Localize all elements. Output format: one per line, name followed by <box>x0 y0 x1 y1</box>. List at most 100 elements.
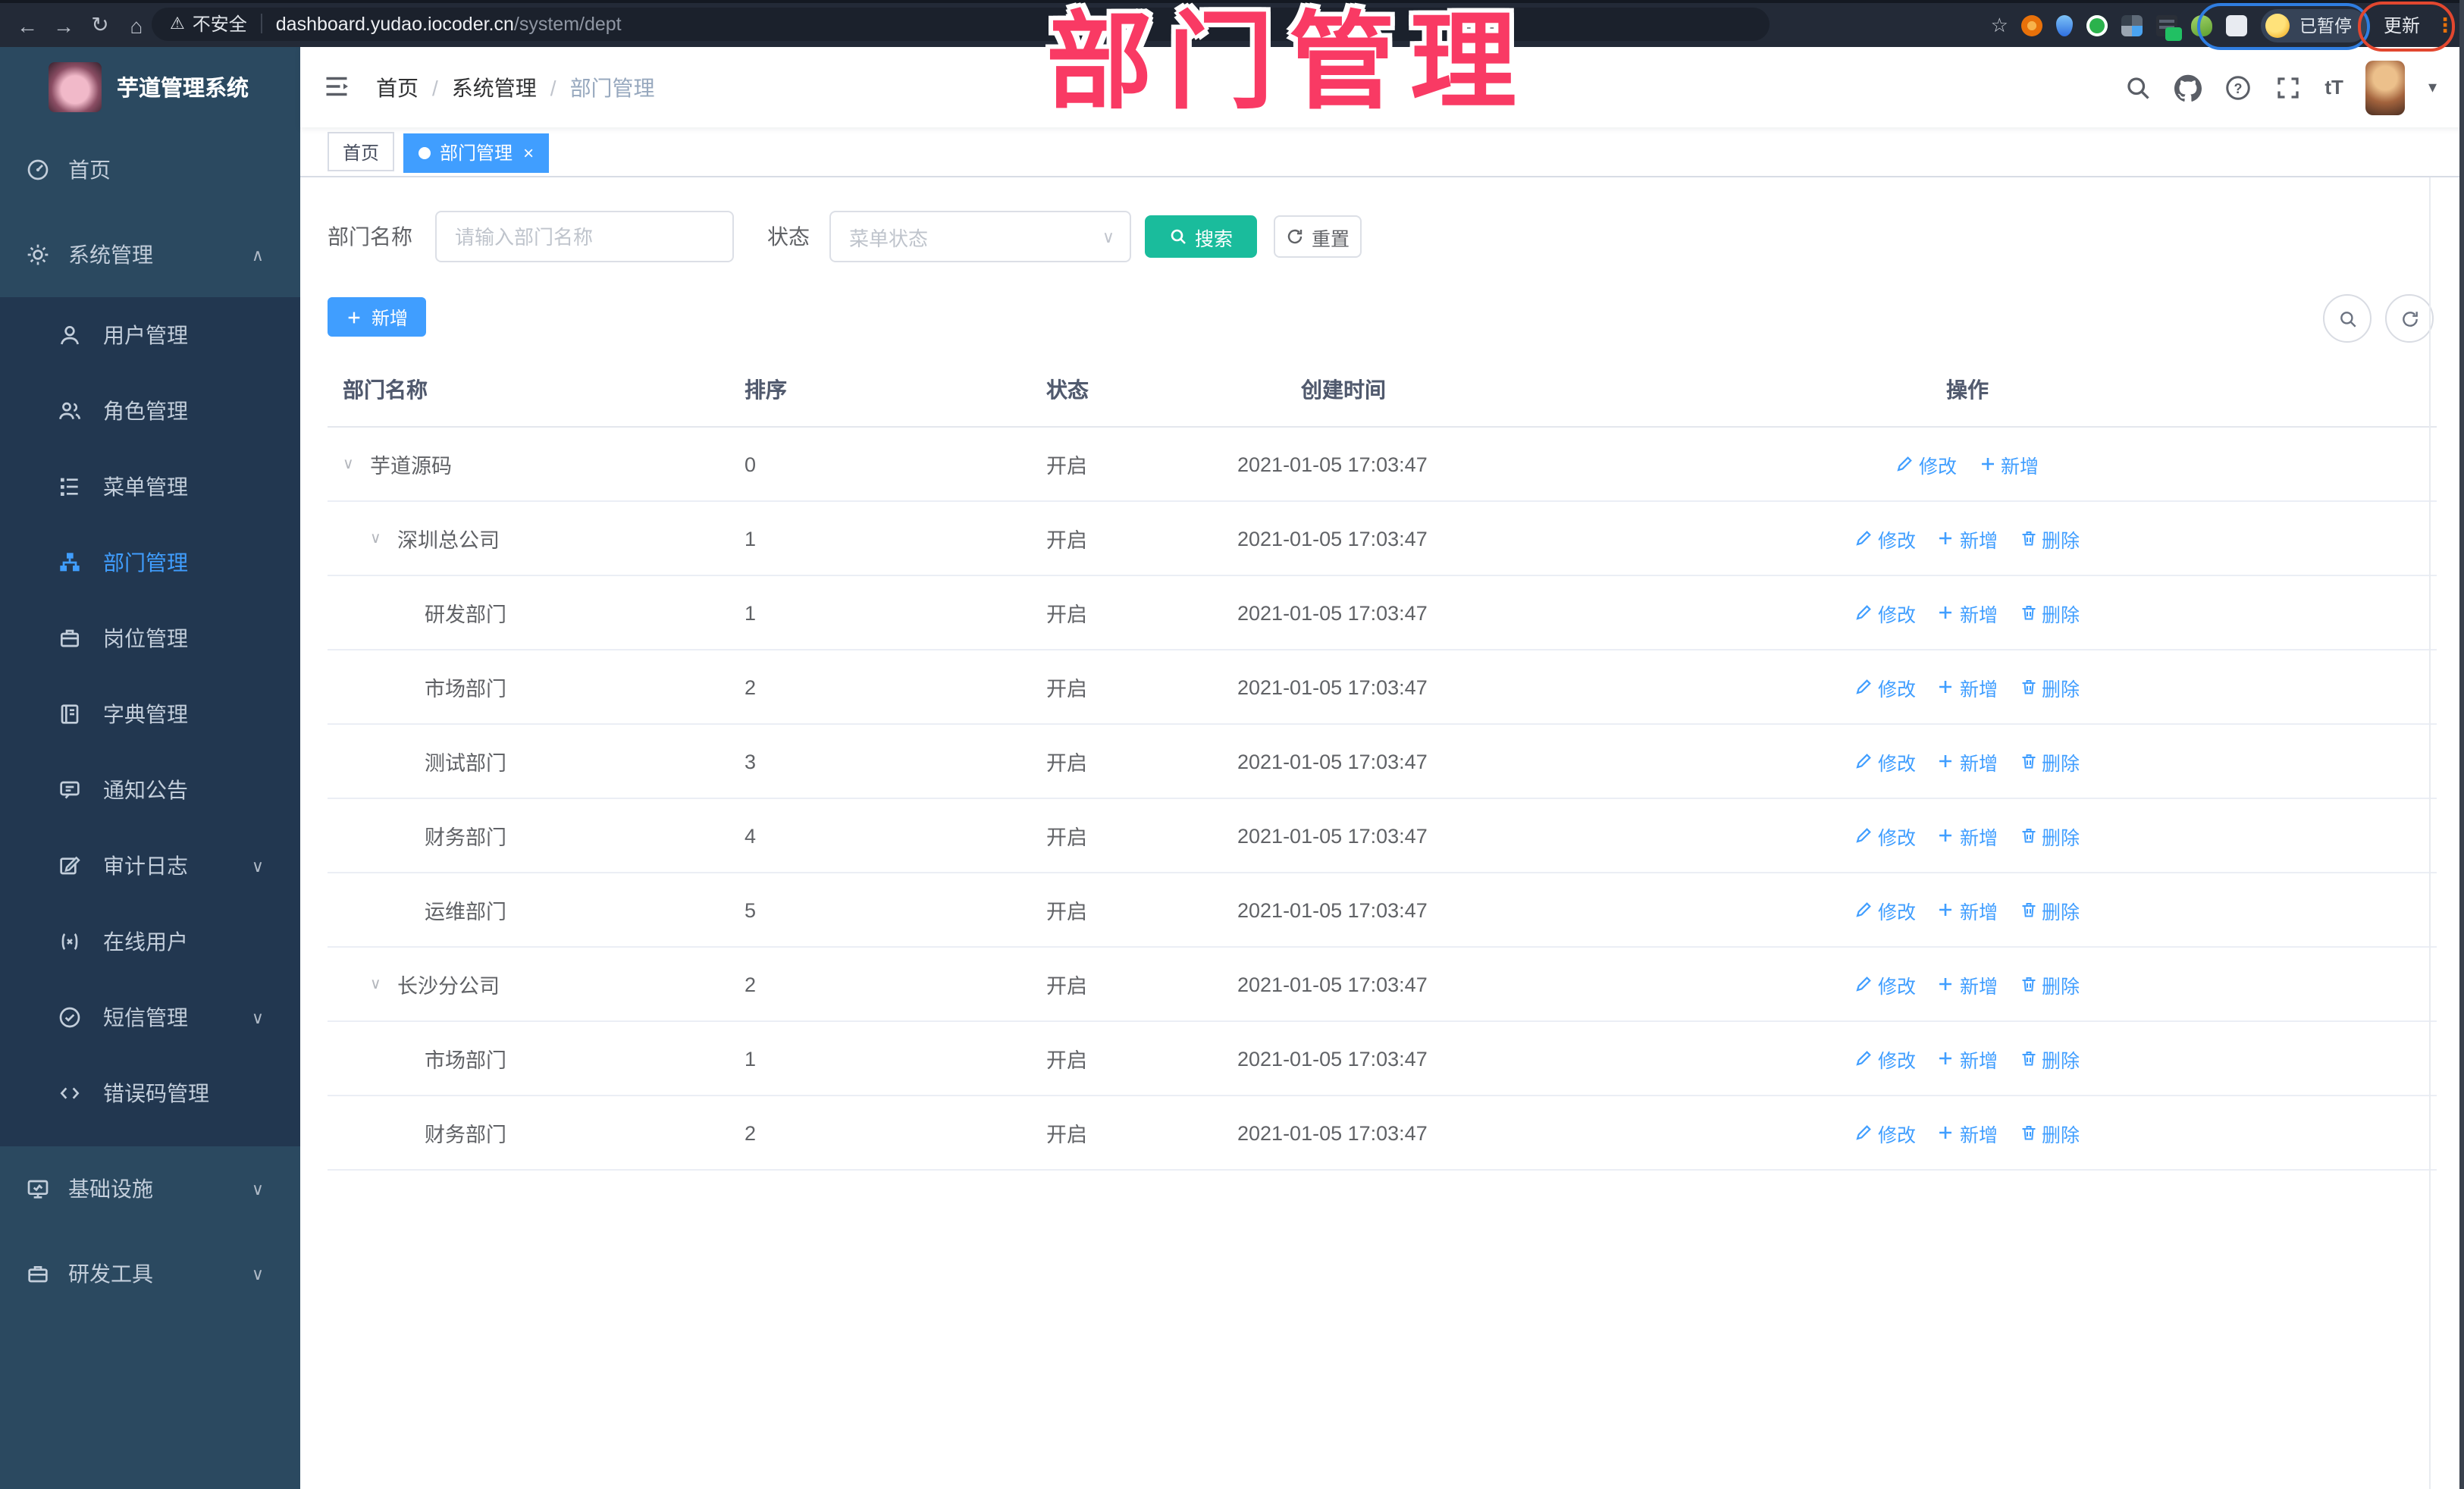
新增-link[interactable]: 新增 <box>1978 450 2039 478</box>
trash-icon <box>2019 529 2037 547</box>
breadcrumb-item[interactable]: 系统管理 <box>452 72 537 102</box>
show-search-button[interactable] <box>2323 294 2372 343</box>
action-label: 新增 <box>1959 1124 1998 1146</box>
action-label: 修改 <box>1877 753 1916 774</box>
sidebar-item-基础设施[interactable]: 基础设施 ∨ <box>0 1146 300 1231</box>
修改-link[interactable]: 修改 <box>1855 821 1916 850</box>
新增-link[interactable]: 新增 <box>1937 1118 1998 1147</box>
breadcrumb-item[interactable]: 首页 <box>376 72 419 102</box>
sidebar-item-首页[interactable]: 首页 <box>0 127 300 212</box>
sidebar-item-用户管理[interactable]: 用户管理 <box>0 297 300 373</box>
caret-down-icon[interactable]: ▾ <box>2428 77 2437 97</box>
pencil-icon <box>1855 826 1873 845</box>
warning-icon: ⚠ <box>170 15 185 33</box>
fullscreen-icon[interactable] <box>2274 74 2302 101</box>
brand-name: 芋道管理系统 <box>117 77 249 102</box>
tab-部门管理[interactable]: 部门管理 × <box>403 133 550 172</box>
sidebar-item-研发工具[interactable]: 研发工具 ∨ <box>0 1231 300 1316</box>
expand-icon[interactable]: ∨ <box>370 976 391 992</box>
sort-cell: 1 <box>745 527 757 550</box>
sort-cell: 3 <box>745 750 757 773</box>
expand-icon[interactable]: ∨ <box>370 530 391 547</box>
新增-link[interactable]: 新增 <box>1937 1044 1998 1073</box>
column-header: 操作 <box>1946 378 1989 402</box>
删除-link[interactable]: 删除 <box>2019 1118 2080 1147</box>
close-icon[interactable]: × <box>523 143 534 161</box>
help-icon[interactable]: ? <box>2224 74 2252 101</box>
删除-link[interactable]: 删除 <box>2019 672 2080 701</box>
删除-link[interactable]: 删除 <box>2019 1044 2080 1073</box>
reload-icon[interactable]: ↻ <box>82 7 118 43</box>
search-icon[interactable] <box>2124 74 2152 101</box>
新增-link[interactable]: 新增 <box>1937 598 1998 627</box>
extension-icon[interactable] <box>2056 14 2074 36</box>
extension-icon[interactable] <box>2121 14 2143 36</box>
action-label: 新增 <box>1959 679 1998 700</box>
hamburger-icon[interactable] <box>321 73 352 100</box>
删除-link[interactable]: 删除 <box>2019 524 2080 553</box>
新增-link[interactable]: 新增 <box>1937 524 1998 553</box>
sidebar-item-错误码管理[interactable]: 错误码管理 <box>0 1055 300 1131</box>
add-button[interactable]: 新增 <box>328 297 426 337</box>
github-icon[interactable] <box>2174 74 2202 101</box>
修改-link[interactable]: 修改 <box>1855 598 1916 627</box>
修改-link[interactable]: 修改 <box>1896 450 1957 478</box>
修改-link[interactable]: 修改 <box>1855 1044 1916 1073</box>
修改-link[interactable]: 修改 <box>1855 970 1916 998</box>
新增-link[interactable]: 新增 <box>1937 672 1998 701</box>
sidebar-item-系统管理[interactable]: 系统管理 ∧ <box>0 212 300 297</box>
plus-icon <box>346 308 364 326</box>
user-avatar[interactable] <box>2365 60 2406 114</box>
brand[interactable]: 芋道管理系统 <box>0 47 300 127</box>
修改-link[interactable]: 修改 <box>1855 524 1916 553</box>
删除-link[interactable]: 删除 <box>2019 747 2080 776</box>
status-select[interactable]: 菜单状态 ∨ <box>829 211 1131 262</box>
删除-link[interactable]: 删除 <box>2019 970 2080 998</box>
sidebar-item-菜单管理[interactable]: 菜单管理 <box>0 449 300 525</box>
font-size-icon[interactable]: tT <box>2324 76 2343 99</box>
修改-link[interactable]: 修改 <box>1855 747 1916 776</box>
新增-link[interactable]: 新增 <box>1937 747 1998 776</box>
refresh-table-button[interactable] <box>2385 294 2434 343</box>
chevron-down-icon: ∨ <box>251 1009 264 1027</box>
sidebar-item-短信管理[interactable]: 短信管理 ∨ <box>0 980 300 1055</box>
sidebar-item-label: 研发工具 <box>68 1262 153 1286</box>
reset-button[interactable]: 重置 <box>1274 215 1362 258</box>
extension-icon[interactable] <box>2086 14 2108 36</box>
新增-link[interactable]: 新增 <box>1937 895 1998 924</box>
extension-icon[interactable] <box>2156 14 2183 40</box>
dept-name: 市场部门 <box>425 678 506 701</box>
sidebar-item-审计日志[interactable]: 审计日志 ∨ <box>0 828 300 904</box>
sidebar-item-通知公告[interactable]: 通知公告 <box>0 752 300 828</box>
tab-首页[interactable]: 首页 <box>328 132 395 171</box>
action-label: 修改 <box>1877 976 1916 997</box>
search-button[interactable]: 搜索 <box>1145 215 1257 258</box>
dept-name-input[interactable] <box>435 211 734 262</box>
修改-link[interactable]: 修改 <box>1855 1118 1916 1147</box>
back-icon[interactable]: ← <box>9 7 45 43</box>
sidebar-item-岗位管理[interactable]: 岗位管理 <box>0 600 300 676</box>
bookmark-star-icon[interactable]: ☆ <box>1991 13 2008 37</box>
extension-icon[interactable] <box>2021 14 2043 36</box>
expand-icon[interactable]: ∨ <box>343 456 364 472</box>
scrollbar-track[interactable] <box>2429 177 2431 1489</box>
action-label: 删除 <box>2042 901 2080 923</box>
action-label: 新增 <box>1959 901 1998 923</box>
action-label: 新增 <box>1959 604 1998 625</box>
删除-link[interactable]: 删除 <box>2019 598 2080 627</box>
home-icon[interactable]: ⌂ <box>118 7 155 43</box>
删除-link[interactable]: 删除 <box>2019 821 2080 850</box>
sidebar-item-角色管理[interactable]: 角色管理 <box>0 373 300 449</box>
新增-link[interactable]: 新增 <box>1937 821 1998 850</box>
sidebar-item-部门管理[interactable]: 部门管理 <box>0 525 300 600</box>
forward-icon[interactable]: → <box>45 7 82 43</box>
table-row: ∨ 深圳总公司 1 开启 2021-01-05 17:03:47 修改 新增 删除 <box>328 502 2437 576</box>
删除-link[interactable]: 删除 <box>2019 895 2080 924</box>
新增-link[interactable]: 新增 <box>1937 970 1998 998</box>
pencil-icon <box>1896 455 1914 473</box>
修改-link[interactable]: 修改 <box>1855 895 1916 924</box>
sidebar-item-在线用户[interactable]: 在线用户 <box>0 904 300 980</box>
sidebar-item-字典管理[interactable]: 字典管理 <box>0 676 300 752</box>
table-row: 研发部门 1 开启 2021-01-05 17:03:47 修改 新增 删除 <box>328 576 2437 650</box>
修改-link[interactable]: 修改 <box>1855 672 1916 701</box>
